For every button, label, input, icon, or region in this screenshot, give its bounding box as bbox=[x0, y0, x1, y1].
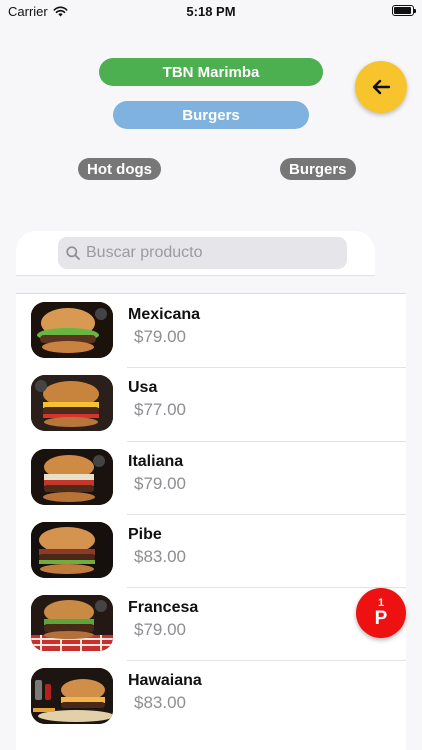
product-price: $79.00 bbox=[134, 473, 186, 493]
product-list: Mexicana $79.00 Usa $77.00 Italiana $79.… bbox=[16, 293, 406, 750]
product-price: $79.00 bbox=[134, 620, 186, 640]
product-image bbox=[31, 668, 113, 725]
product-price: $83.00 bbox=[134, 693, 186, 713]
list-item[interactable]: Usa $77.00 bbox=[16, 367, 406, 440]
product-name: Usa bbox=[128, 379, 158, 397]
status-time: 5:18 PM bbox=[186, 4, 236, 19]
product-name: Pibe bbox=[128, 525, 162, 543]
product-image bbox=[31, 448, 113, 505]
list-item[interactable]: Hawaiana $83.00 bbox=[16, 660, 406, 733]
arrow-left-icon bbox=[372, 79, 391, 95]
back-button[interactable] bbox=[355, 61, 407, 113]
product-image bbox=[31, 302, 113, 358]
chip-hot-dogs[interactable]: Hot dogs bbox=[78, 158, 161, 180]
product-name: Mexicana bbox=[128, 306, 201, 323]
product-image bbox=[31, 375, 113, 432]
battery-icon bbox=[392, 5, 416, 16]
product-image bbox=[31, 595, 113, 652]
category-pill[interactable]: Burgers bbox=[113, 101, 309, 129]
list-item[interactable]: Mexicana $79.00 bbox=[16, 294, 406, 367]
cart-button[interactable]: 1 P bbox=[356, 588, 406, 638]
list-item[interactable]: Francesa $79.00 bbox=[16, 587, 406, 660]
list-item[interactable]: Pibe $83.00 bbox=[16, 513, 406, 587]
product-price: $77.00 bbox=[134, 400, 186, 420]
product-name: Hawaiana bbox=[128, 672, 202, 690]
product-name: Italiana bbox=[128, 452, 184, 470]
search-bar bbox=[16, 231, 375, 276]
product-price: $83.00 bbox=[134, 546, 186, 566]
search-input[interactable] bbox=[86, 244, 336, 262]
search-icon bbox=[66, 246, 80, 260]
product-price: $79.00 bbox=[134, 327, 186, 346]
product-image bbox=[31, 521, 113, 578]
status-bar: Carrier 5:18 PM bbox=[0, 0, 422, 22]
store-name-pill[interactable]: TBN Marimba bbox=[99, 58, 323, 86]
chip-burgers[interactable]: Burgers bbox=[280, 158, 356, 180]
search-field[interactable] bbox=[58, 237, 347, 269]
product-name: Francesa bbox=[128, 599, 199, 617]
list-item[interactable]: Italiana $79.00 bbox=[16, 440, 406, 514]
cart-letter: P bbox=[374, 608, 388, 629]
